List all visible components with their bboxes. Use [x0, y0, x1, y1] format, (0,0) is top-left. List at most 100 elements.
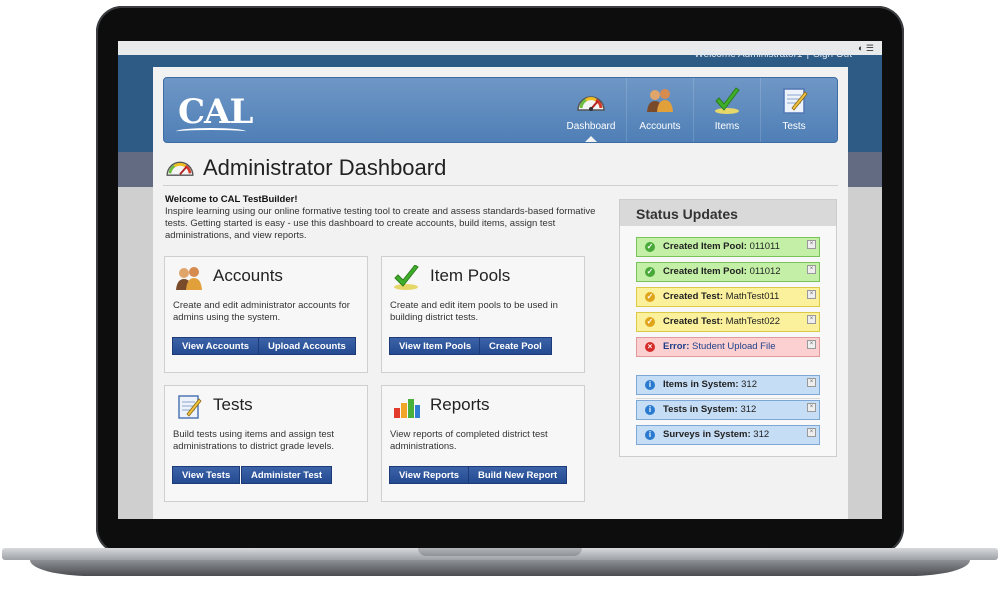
upload-accounts-button[interactable]: Upload Accounts	[258, 337, 356, 355]
build-new-report-button[interactable]: Build New Report	[468, 466, 568, 484]
stat-item-value: 312	[740, 404, 757, 415]
system-tray-icon: ◐ ☰	[857, 43, 874, 53]
nav-dashboard-label: Dashboard	[566, 121, 616, 132]
test-sheet-icon	[783, 88, 808, 114]
laptop-notch	[418, 548, 582, 556]
status-item-text: Error: Student Upload File	[663, 338, 776, 356]
info-icon: i	[645, 380, 655, 390]
card-reports-title: Reports	[430, 395, 490, 414]
laptop-base	[0, 548, 1000, 588]
active-nav-caret	[585, 136, 597, 142]
stat-item-text: Surveys in System: 312	[663, 426, 769, 444]
app-header: CAL Dashboard Accounts Items Tests	[163, 77, 838, 143]
card-item-pools: Item Pools Create and edit item pools to…	[381, 256, 585, 373]
page-container: CAL Dashboard Accounts Items Tests Admin…	[153, 67, 848, 519]
status-item-value: MathTest022	[725, 316, 781, 327]
stat-item-value: 312	[753, 429, 770, 440]
status-item[interactable]: ✓ Created Test: MathTest022 ×	[636, 312, 820, 332]
success-icon: ✓	[645, 242, 655, 252]
status-item-label: Created Item Pool:	[663, 241, 747, 252]
intro-heading: Welcome to CAL TestBuilder!	[165, 194, 298, 205]
account-separator: |	[806, 49, 810, 60]
status-item-label: Created Test:	[663, 291, 724, 302]
card-tests: Tests Build tests using items and assign…	[164, 385, 368, 502]
status-item-label: Error:	[663, 341, 690, 352]
stat-item-value: 312	[741, 379, 757, 390]
status-item[interactable]: ✓ Created Item Pool: 011012 ×	[636, 262, 820, 282]
checkmark-icon	[394, 265, 419, 290]
card-accounts-title: Accounts	[213, 266, 283, 285]
close-icon[interactable]: ×	[807, 403, 816, 412]
nav-tests-label: Tests	[782, 121, 806, 132]
error-link[interactable]: Student Upload File	[692, 341, 775, 352]
card-tests-title: Tests	[213, 395, 253, 414]
gauge-icon	[577, 96, 605, 111]
cal-logo[interactable]: CAL	[178, 92, 253, 132]
bar-chart-icon	[394, 399, 420, 418]
view-reports-button[interactable]: View Reports	[389, 466, 470, 484]
users-icon	[647, 89, 673, 112]
close-icon[interactable]: ×	[807, 265, 816, 274]
status-item-label: Created Item Pool:	[663, 266, 747, 277]
close-icon[interactable]: ×	[807, 340, 816, 349]
nav-accounts[interactable]: Accounts	[626, 78, 693, 142]
view-tests-button[interactable]: View Tests	[172, 466, 241, 484]
stat-item-label: Surveys in System:	[663, 429, 751, 440]
test-sheet-icon	[178, 395, 202, 419]
card-item-pools-title: Item Pools	[430, 266, 511, 285]
stat-item-text: Items in System: 312	[663, 376, 757, 394]
stat-item-label: Items in System:	[663, 379, 739, 390]
info-icon: i	[645, 430, 655, 440]
nav-items-label: Items	[714, 121, 740, 132]
stat-item: i Tests in System: 312 ×	[636, 400, 820, 420]
close-icon[interactable]: ×	[807, 378, 816, 387]
account-bar: Welcome Administrator1 | Sign Out	[694, 49, 852, 60]
intro-text-block: Welcome to CAL TestBuilder! Inspire lear…	[165, 194, 605, 242]
stat-item: i Surveys in System: 312 ×	[636, 425, 820, 445]
success-icon: ✓	[645, 267, 655, 277]
stat-item-label: Tests in System:	[663, 404, 738, 415]
status-item-text: Created Test: MathTest022	[663, 313, 780, 331]
page-title: Administrator Dashboard	[203, 155, 447, 180]
stat-item-text: Tests in System: 312	[663, 401, 756, 419]
status-item-label: Created Test:	[663, 316, 724, 327]
warning-check-icon: ✓	[645, 292, 655, 302]
close-icon[interactable]: ×	[807, 428, 816, 437]
status-item[interactable]: ✓ Created Test: MathTest011 ×	[636, 287, 820, 307]
nav-dashboard[interactable]: Dashboard	[556, 78, 626, 142]
card-reports: Reports View reports of completed distri…	[381, 385, 585, 502]
close-icon[interactable]: ×	[807, 290, 816, 299]
card-accounts-description: Create and edit administrator accounts f…	[173, 300, 350, 323]
close-icon[interactable]: ×	[807, 240, 816, 249]
close-icon[interactable]: ×	[807, 315, 816, 324]
main-nav: Dashboard Accounts Items Tests	[556, 78, 827, 142]
title-divider	[163, 185, 838, 186]
status-updates-panel: Status Updates ✓ Created Item Pool: 0110…	[619, 199, 837, 457]
create-pool-button[interactable]: Create Pool	[479, 337, 552, 355]
intro-text: Inspire learning using our online format…	[165, 206, 596, 241]
view-item-pools-button[interactable]: View Item Pools	[389, 337, 482, 355]
view-accounts-button[interactable]: View Accounts	[172, 337, 260, 355]
page-title-row: Administrator Dashboard	[163, 153, 838, 183]
status-divider	[636, 398, 820, 399]
checkmark-icon	[715, 87, 740, 114]
status-panel-header: Status Updates	[620, 200, 836, 226]
nav-items[interactable]: Items	[693, 78, 760, 142]
gauge-icon	[166, 161, 194, 176]
status-item-text: Created Item Pool: 011011	[663, 238, 780, 256]
status-item-text: Created Item Pool: 011012	[663, 263, 781, 281]
status-item-value: 011012	[749, 266, 781, 277]
card-tests-description: Build tests using items and assign test …	[173, 429, 335, 452]
sign-out-link[interactable]: Sign Out	[813, 49, 852, 60]
administer-test-button[interactable]: Administer Test	[241, 466, 333, 484]
status-panel-title: Status Updates	[636, 206, 738, 222]
warning-check-icon: ✓	[645, 317, 655, 327]
welcome-text: Welcome Administrator1	[694, 49, 803, 60]
card-reports-description: View reports of completed district test …	[390, 429, 548, 452]
status-item-error[interactable]: × Error: Student Upload File ×	[636, 337, 820, 357]
error-icon: ×	[645, 342, 655, 352]
nav-tests[interactable]: Tests	[760, 78, 827, 142]
status-item[interactable]: ✓ Created Item Pool: 011011 ×	[636, 237, 820, 257]
nav-accounts-label: Accounts	[639, 121, 681, 132]
users-icon	[176, 267, 202, 290]
